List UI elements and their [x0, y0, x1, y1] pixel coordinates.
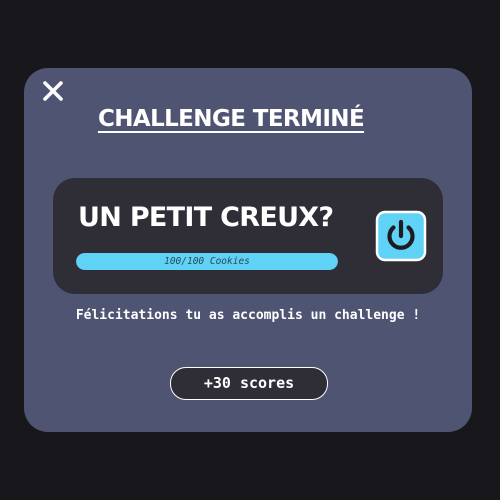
power-button[interactable] [374, 209, 428, 263]
close-button[interactable] [40, 78, 66, 104]
modal-title: CHALLENGE TERMINÉ [97, 106, 365, 132]
challenge-progress-bar: 100/100 Cookies [76, 253, 338, 270]
congratulations-message: Félicitations tu as accomplis un challen… [75, 308, 421, 323]
challenge-card: UN PETIT CREUX? 100/100 Cookies [53, 178, 443, 294]
close-icon [43, 81, 63, 101]
challenge-complete-modal: CHALLENGE TERMINÉ UN PETIT CREUX? 100/10… [24, 68, 472, 432]
power-icon [375, 210, 427, 262]
progress-label: 100/100 Cookies [164, 256, 250, 267]
reward-button[interactable]: +30 scores [170, 367, 328, 400]
challenge-name: UN PETIT CREUX? [78, 202, 334, 233]
